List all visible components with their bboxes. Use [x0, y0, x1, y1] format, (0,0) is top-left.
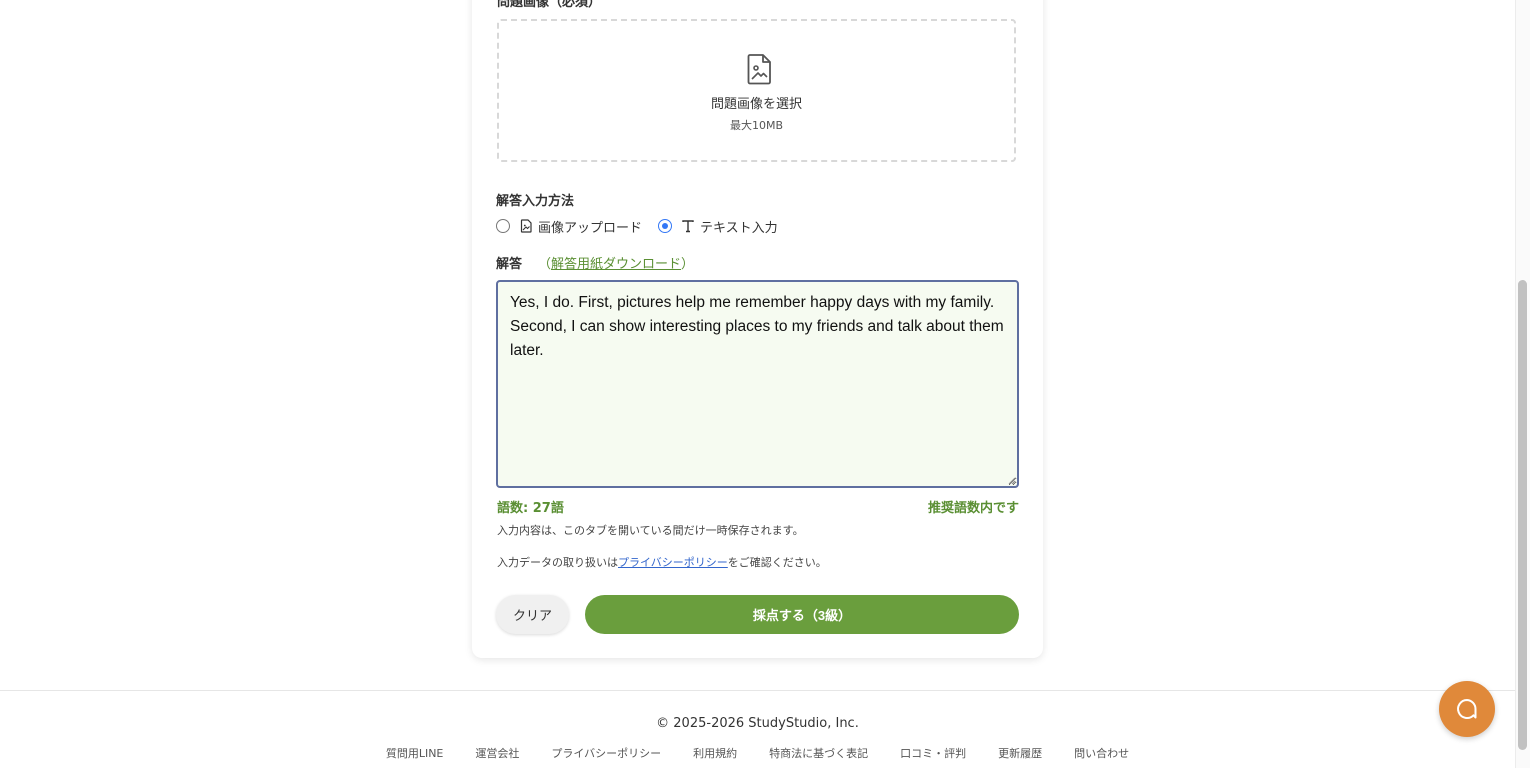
chat-widget-button[interactable] — [1439, 681, 1495, 737]
image-file-icon — [747, 54, 771, 85]
footer-divider — [0, 690, 1515, 691]
answer-sheet-download-link[interactable]: 解答用紙ダウンロード — [551, 257, 681, 272]
clear-button[interactable]: クリア — [496, 595, 569, 634]
footer-link-privacy[interactable]: プライバシーポリシー — [551, 745, 661, 761]
answer-sheet-paren-close: ） — [681, 257, 695, 272]
radio-label-text-input[interactable]: テキスト入力 — [700, 217, 778, 236]
radio-label-image-upload[interactable]: 画像アップロード — [538, 217, 642, 236]
text-icon — [682, 220, 694, 233]
footer-link-company[interactable]: 運営会社 — [475, 745, 519, 761]
temporary-save-note: 入力内容は、このタブを開いている間だけ一時保存されます。 — [497, 524, 804, 537]
footer-copyright: © 2025-2026 StudyStudio, Inc. — [656, 716, 859, 731]
problem-image-label: 問題画像（必須） — [497, 0, 602, 10]
answer-textarea[interactable] — [496, 280, 1019, 488]
upload-title: 問題画像を選択 — [710, 97, 802, 112]
answer-sheet-paren-open: （ — [538, 257, 552, 272]
privacy-policy-link[interactable]: プライバシーポリシー — [618, 556, 728, 569]
radio-text-input[interactable] — [658, 219, 673, 233]
footer-link-line[interactable]: 質問用LINE — [386, 745, 444, 761]
word-count: 語数: 27語 — [497, 501, 564, 516]
footer-link-contact[interactable]: 問い合わせ — [1074, 745, 1129, 761]
submit-grade-button[interactable]: 採点する（3級） — [585, 595, 1019, 634]
radio-image-upload[interactable] — [496, 219, 510, 233]
privacy-note: 入力データの取り扱いはプライバシーポリシーをご確認ください。 — [497, 554, 827, 570]
problem-image-dropzone[interactable]: 問題画像を選択 最大10MB — [497, 19, 1016, 162]
upload-size-limit: 最大10MB — [729, 119, 784, 132]
privacy-note-prefix: 入力データの取り扱いは — [497, 556, 618, 569]
footer-links: 質問用LINE 運営会社 プライバシーポリシー 利用規約 特商法に基づく表記 口… — [0, 745, 1515, 761]
footer-link-reviews[interactable]: 口コミ・評判 — [900, 745, 966, 761]
footer-link-terms[interactable]: 利用規約 — [693, 745, 737, 761]
answer-method-group: 画像アップロード テキスト入力 — [496, 217, 778, 236]
footer-link-commerce-law[interactable]: 特商法に基づく表記 — [769, 745, 868, 761]
footer-link-changelog[interactable]: 更新履歴 — [998, 745, 1042, 761]
answer-method-label: 解答入力方法 — [496, 194, 575, 209]
answer-label: 解答 — [496, 257, 523, 272]
chat-bubble-icon — [1457, 699, 1477, 719]
page: 問題画像（必須） 問題画像を選択 最大10MB 解答入力方法 画像アップロード … — [0, 0, 1530, 768]
image-file-icon — [520, 219, 532, 233]
privacy-note-suffix: をご確認ください。 — [727, 556, 827, 569]
word-count-status: 推奨語数内です — [927, 501, 1019, 516]
resize-handle-icon[interactable] — [1008, 477, 1016, 485]
scrollbar-thumb[interactable] — [1518, 280, 1527, 750]
answer-sheet-download: （解答用紙ダウンロード） — [538, 253, 694, 272]
